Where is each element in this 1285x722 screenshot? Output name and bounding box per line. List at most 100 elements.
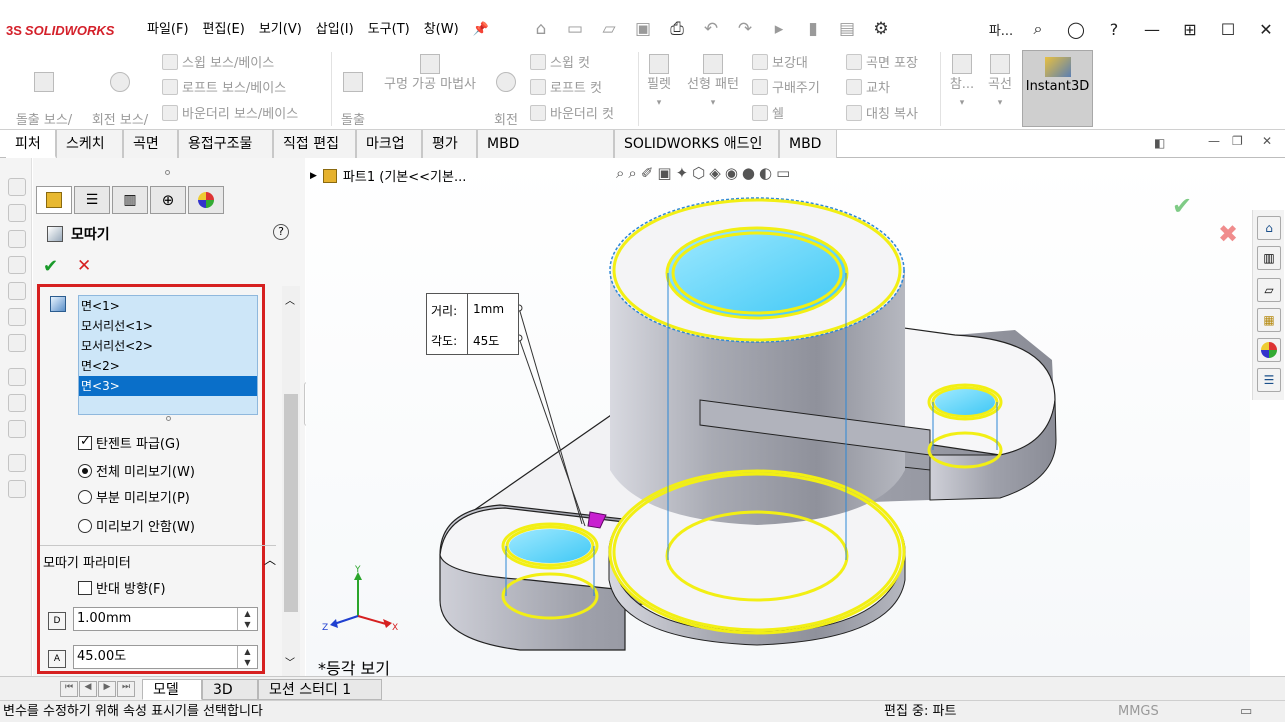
rib-button[interactable]: 보강대 [752, 54, 808, 73]
dimxpert-tab[interactable]: ⊕ [150, 186, 186, 214]
tangent-propagation-checkbox[interactable]: ✓ [78, 434, 92, 450]
strip-tool-icon[interactable] [8, 368, 26, 386]
minimize-icon[interactable]: — [1133, 14, 1171, 44]
strip-tool-icon[interactable] [8, 256, 26, 274]
tab-weldments[interactable]: 용접구조물 [178, 130, 273, 158]
panel-minimize-icon[interactable]: — [1208, 134, 1220, 148]
boundary-boss-button[interactable]: 바운더리 보스/베이스 [162, 105, 298, 124]
strip-tool-icon[interactable] [8, 204, 26, 222]
save-icon[interactable]: ▣ [628, 14, 658, 44]
strip-tool-icon[interactable] [8, 334, 26, 352]
home-icon[interactable]: ⌂ [526, 14, 556, 44]
section-view-icon[interactable]: ▣ [657, 164, 671, 182]
edit-appearance-icon[interactable]: ● [742, 164, 755, 182]
solidworks-resources-home-icon[interactable]: ⌂ [1257, 216, 1281, 240]
cancel-x-icon[interactable]: ✕ [77, 256, 91, 276]
tangent-propagation-option[interactable]: ✓ 탄젠트 파급(G) [78, 433, 180, 452]
angle-input[interactable]: 45.00도 ▲ ▼ [73, 645, 258, 669]
tile-windows-icon[interactable]: ⊞ [1171, 14, 1209, 44]
new-document-icon[interactable]: ▭ [560, 14, 590, 44]
linear-pattern-dropdown-icon[interactable]: ▾ [682, 94, 744, 112]
select-icon[interactable]: ▸ [764, 14, 794, 44]
tab-mbd[interactable]: MBD [779, 130, 837, 158]
linear-pattern-button[interactable]: 선형 패턴 ▾ [682, 54, 744, 112]
tab-scroll-arrows[interactable]: ⏮ ◀ ▶ ⏭ [60, 681, 135, 697]
close-icon[interactable]: ✕ [1247, 14, 1285, 44]
custom-properties-icon[interactable]: ☰ [1257, 368, 1281, 392]
list-item[interactable]: 모서리선<1> [79, 316, 257, 336]
callout-angle-value[interactable]: 45도 [473, 332, 499, 349]
wrap-button[interactable]: 곡면 포장 [846, 54, 918, 73]
units-status[interactable]: MMGS [1118, 701, 1159, 722]
property-manager-tab[interactable]: ☰ [74, 186, 110, 214]
strip-tool-icon[interactable] [8, 308, 26, 326]
curves-button[interactable]: 곡선 ▾ [982, 54, 1018, 112]
distance-input[interactable]: 1.00mm ▲ ▼ [73, 607, 258, 631]
shell-button[interactable]: 쉘 [752, 105, 784, 124]
help-icon[interactable]: ? [273, 224, 289, 240]
menu-view[interactable]: 보기(V) [252, 20, 309, 40]
confirm-cancel-icon[interactable]: ✖ [1218, 220, 1238, 248]
tab-evaluate[interactable]: 평가 [422, 130, 477, 158]
strip-tool-icon[interactable] [8, 230, 26, 248]
pin-icon[interactable]: 📌 [466, 20, 496, 40]
chamfer-parameters-header[interactable]: 모따기 파라미터 [43, 552, 131, 571]
intersect-button[interactable]: 교차 [846, 79, 890, 98]
tab-mbd-dimensions[interactable]: MBD Dimensions [477, 130, 614, 180]
menu-edit[interactable]: 편집(E) [196, 20, 252, 40]
display-manager-tab[interactable] [188, 186, 224, 214]
fillet-dropdown-icon[interactable]: ▾ [640, 94, 678, 112]
ok-check-icon[interactable]: ✔ [43, 256, 58, 277]
status-menu-icon[interactable]: ▭ [1240, 701, 1252, 722]
fillet-button[interactable]: 필렛 ▾ [640, 54, 678, 112]
appearances-icon[interactable] [1257, 338, 1281, 362]
search-icon[interactable]: ⌕ [1019, 14, 1057, 44]
sweep-cut-button[interactable]: 스윕 컷 [530, 54, 590, 73]
menu-insert[interactable]: 삽입(I) [309, 20, 361, 40]
chamfer-callout[interactable]: 거리: 1mm 각도: 45도 [426, 293, 519, 355]
reference-geometry-button[interactable]: 참... ▾ [944, 54, 980, 112]
zoom-to-area-icon[interactable]: ⌕ [628, 164, 636, 182]
no-preview-option[interactable]: 미리보기 안함(W) [78, 516, 195, 535]
selection-list[interactable]: 면<1> 모서리선<1> 모서리선<2> 면<2> 면<3> [78, 295, 258, 415]
restore-panel-icon[interactable]: ◧ [1154, 136, 1165, 150]
first-tab-icon[interactable]: ⏮ [60, 681, 78, 697]
loft-cut-button[interactable]: 로프트 컷 [530, 79, 602, 98]
list-item[interactable]: 면<1> [79, 296, 257, 316]
tab-direct-editing[interactable]: 직접 편집 [273, 130, 356, 158]
tab-3d-view[interactable]: 3D 뷰 [202, 679, 258, 718]
list-resize-grip[interactable] [166, 416, 171, 421]
collapse-chevron-icon[interactable]: ︿ [264, 551, 276, 568]
dynamic-annotation-icon[interactable]: ✦ [676, 164, 689, 182]
tab-solidworks-addins[interactable]: SOLIDWORKS 애드인 [614, 130, 779, 158]
hide-show-icon[interactable]: ◉ [725, 164, 738, 182]
list-item[interactable]: 모서리선<2> [79, 336, 257, 356]
maximize-icon[interactable]: ☐ [1209, 14, 1247, 44]
panel-close-icon[interactable]: ✕ [1262, 134, 1272, 148]
user-icon[interactable]: ◯ [1057, 14, 1095, 44]
partial-preview-option[interactable]: 부분 미리보기(P) [78, 487, 190, 506]
curves-dropdown-icon[interactable]: ▾ [982, 94, 1018, 112]
panel-restore-icon[interactable]: ❐ [1232, 134, 1243, 148]
partial-preview-radio[interactable] [78, 490, 92, 504]
mirror-button[interactable]: 대칭 복사 [846, 105, 918, 124]
feature-tree-flyout[interactable]: ▶ 파트1 (기본<<기본... [310, 166, 466, 185]
zoom-to-fit-icon[interactable]: ⌕ [616, 164, 624, 182]
tab-surfaces[interactable]: 곡면 [123, 130, 178, 158]
angle-spinner-arrows[interactable]: ▲ ▼ [237, 646, 257, 668]
tab-model[interactable]: 모델 [142, 679, 202, 700]
help-icon[interactable]: ? [1095, 14, 1133, 44]
menu-file[interactable]: 파일(F) [140, 20, 196, 40]
hole-wizard-button[interactable]: 구멍 가공 마법사 [374, 54, 486, 94]
file-properties-icon[interactable]: ▤ [832, 14, 862, 44]
list-item-selected[interactable]: 면<3> [79, 376, 257, 396]
open-folder-icon[interactable]: ▱ [594, 14, 624, 44]
graphics-area[interactable]: ▶ 파트1 (기본<<기본... ⌕ ⌕ ✐ ▣ ✦ ⬡ ◈ ◉ ● ◐ ▭ ✔… [306, 158, 1250, 678]
distance-spinner-arrows[interactable]: ▲ ▼ [237, 608, 257, 630]
undo-icon[interactable]: ↶ [696, 14, 726, 44]
apply-scene-icon[interactable]: ◐ [759, 164, 772, 182]
feature-manager-tab[interactable] [36, 186, 72, 214]
scroll-down-icon[interactable]: ﹀ [285, 654, 295, 669]
no-preview-radio[interactable] [78, 519, 92, 533]
options-gear-icon[interactable]: ⚙ [866, 14, 896, 44]
